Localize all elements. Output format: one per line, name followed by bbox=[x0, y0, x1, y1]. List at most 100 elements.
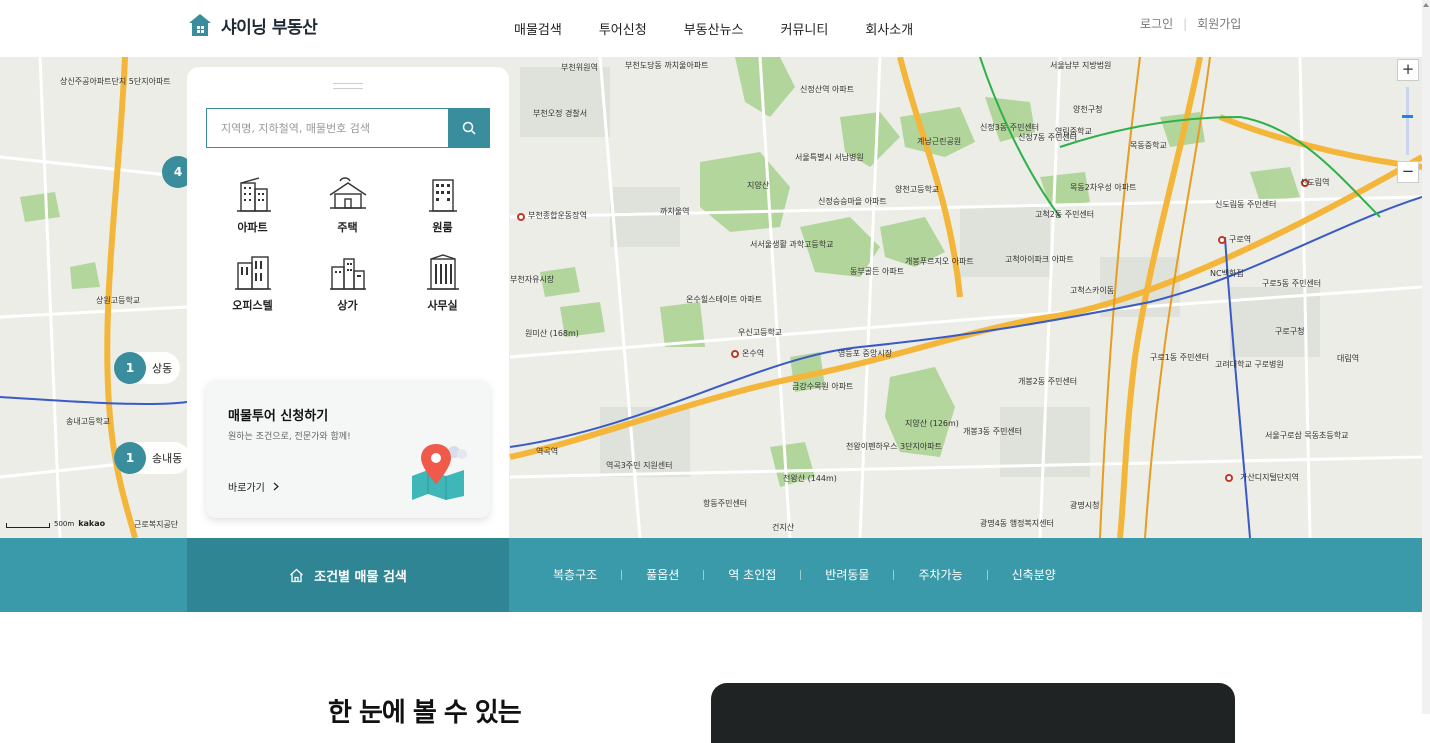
condition-search-title[interactable]: 조건별 매물 검색 bbox=[187, 538, 509, 612]
map-label: 서울구로삼 목동초등학교 bbox=[1265, 431, 1349, 440]
logo[interactable]: 샤이닝 부동산 bbox=[187, 12, 318, 38]
map-label: 양천구청 bbox=[1073, 105, 1103, 114]
map-label: 신도림역 bbox=[1300, 178, 1330, 187]
map-label: 구로역 bbox=[1229, 235, 1252, 244]
scale-text: 500m bbox=[54, 520, 75, 528]
map-cluster-marker[interactable]: 1 상동 bbox=[114, 352, 181, 384]
map-cluster-marker[interactable]: 1 송내동 bbox=[114, 442, 191, 474]
util-links: 로그인 | 회원가입 bbox=[1140, 15, 1241, 32]
condition-divider bbox=[986, 569, 988, 580]
condition-list: 복층구조 풀옵션 역 초인접 반려동물 주차가능 신축분양 bbox=[553, 566, 1056, 583]
map-label: 영림중학교 bbox=[1055, 127, 1092, 136]
map-label: 서울특별시 서남병원 bbox=[795, 153, 864, 162]
house-icon bbox=[329, 177, 366, 209]
map-label: 동부골든 아파트 bbox=[850, 267, 905, 276]
type-house[interactable]: 주택 bbox=[300, 175, 395, 235]
map-label: 금강수목원 아파트 bbox=[792, 382, 854, 391]
map-label: 고척2동 주민센터 bbox=[1035, 210, 1095, 219]
search-button[interactable] bbox=[448, 109, 489, 147]
map-label: 온수힐스테이트 아파트 bbox=[686, 295, 763, 304]
condition-new-build[interactable]: 신축분양 bbox=[1012, 566, 1056, 583]
home-icon bbox=[290, 568, 304, 582]
officetel-icon bbox=[234, 256, 271, 290]
zoom-slider-track[interactable] bbox=[1406, 87, 1409, 155]
map-label: 항동주민센터 bbox=[703, 499, 748, 508]
map-label: 원미산 (168m) bbox=[525, 329, 579, 338]
condition-near-station[interactable]: 역 초인접 bbox=[728, 566, 776, 583]
map-label: 신도림동 주민센터 bbox=[1215, 200, 1277, 209]
logo-text: 샤이닝 부동산 bbox=[221, 17, 318, 38]
type-office[interactable]: 사무실 bbox=[395, 253, 490, 313]
signup-link[interactable]: 회원가입 bbox=[1197, 15, 1241, 32]
apartment-icon bbox=[236, 177, 271, 212]
map-scale-bar: 500m kakao bbox=[6, 519, 105, 528]
condition-title-text: 조건별 매물 검색 bbox=[314, 569, 407, 585]
type-studio[interactable]: 원룸 bbox=[395, 175, 490, 235]
condition-duplex[interactable]: 복층구조 bbox=[553, 566, 597, 583]
zoom-in-button[interactable]: + bbox=[1397, 59, 1419, 81]
map-label: 서울남부 지방법원 bbox=[1050, 61, 1112, 70]
section-headline: 한 눈에 볼 수 있는 bbox=[328, 698, 522, 728]
cluster-count: 1 bbox=[114, 442, 146, 474]
map-label: 역곡역 bbox=[536, 447, 559, 456]
map-label: 구로5동 주민센터 bbox=[1262, 279, 1322, 288]
map-label: 목동중학교 bbox=[1130, 141, 1167, 150]
map-provider: kakao bbox=[78, 519, 106, 528]
nav-item-about[interactable]: 회사소개 bbox=[865, 19, 913, 38]
map-label: 우신고등학교 bbox=[738, 328, 783, 337]
map-label: 고척스카이돔 bbox=[1070, 286, 1115, 295]
map-label: 지양산 bbox=[747, 181, 770, 190]
map-label: 부천종합운동장역 bbox=[528, 211, 587, 220]
map-label: 신정산역 아파트 bbox=[800, 85, 855, 94]
type-label: 사무실 bbox=[427, 299, 458, 312]
tour-title: 매물투어 신청하기 bbox=[228, 409, 329, 424]
type-apartment[interactable]: 아파트 bbox=[205, 175, 300, 235]
map-label: 광명4동 행정복지센터 bbox=[980, 519, 1054, 528]
nav-item-property-search[interactable]: 매물검색 bbox=[514, 19, 562, 38]
property-type-grid: 아파트 주택 원룸 오피스텔 상가 사무실 bbox=[205, 175, 491, 313]
nav-item-tour[interactable]: 투어신청 bbox=[599, 19, 647, 38]
map-label: 천왕산 (144m) bbox=[783, 474, 837, 483]
search-panel: 아파트 주택 원룸 bbox=[187, 67, 509, 538]
page-scrollbar[interactable] bbox=[1422, 0, 1430, 714]
type-label: 원룸 bbox=[432, 221, 453, 234]
login-link[interactable]: 로그인 bbox=[1140, 15, 1173, 32]
map-label: 천왕이펜하우스 3단지아파트 bbox=[846, 442, 942, 451]
map-label: 가산디지털단지역 bbox=[1240, 473, 1299, 482]
map-label: 신정3동 주민센터 bbox=[980, 123, 1040, 132]
house-logo-icon bbox=[189, 14, 211, 36]
condition-divider bbox=[703, 569, 705, 580]
map-label: 개봉푸르지오 아파트 bbox=[905, 257, 974, 266]
condition-pets[interactable]: 반려동물 bbox=[825, 566, 869, 583]
map-label: 고려대학교 구로병원 bbox=[1215, 360, 1284, 369]
condition-parking[interactable]: 주차가능 bbox=[918, 566, 962, 583]
map-label: 부천자유시장 bbox=[510, 275, 555, 284]
nav-item-community[interactable]: 커뮤니티 bbox=[781, 19, 829, 38]
type-store[interactable]: 상가 bbox=[300, 253, 395, 313]
zoom-out-button[interactable]: − bbox=[1397, 161, 1419, 183]
map-label: 목동2차우성 아파트 bbox=[1070, 183, 1137, 192]
cluster-count: 1 bbox=[114, 352, 146, 384]
map-label: 부천도당동 까치울아파트 bbox=[625, 61, 709, 70]
dark-feature-card bbox=[711, 683, 1235, 743]
tour-link-label: 바로가기 bbox=[228, 483, 265, 494]
map-label: 대림역 bbox=[1337, 354, 1360, 363]
map-label: NC백화점 bbox=[1210, 269, 1244, 278]
map-label: 신정승승마을 아파트 bbox=[818, 197, 887, 206]
nav-item-news[interactable]: 부동산뉴스 bbox=[684, 19, 744, 38]
map-label: 구로구청 bbox=[1275, 327, 1305, 336]
zoom-slider-thumb[interactable] bbox=[1402, 115, 1413, 118]
panel-drag-handle[interactable] bbox=[333, 83, 363, 89]
condition-divider bbox=[621, 569, 623, 580]
condition-search-bar: 조건별 매물 검색 복층구조 풀옵션 역 초인접 반려동물 주차가능 신축분양 bbox=[0, 538, 1422, 612]
tour-request-card[interactable]: 매물투어 신청하기 원하는 조건으로, 전문가와 함께! 바로가기 bbox=[206, 380, 490, 518]
map-label: 역곡3주민 지원센터 bbox=[606, 461, 673, 470]
tour-subtitle: 원하는 조건으로, 전문가와 함께! bbox=[228, 432, 351, 442]
scroll-up-icon[interactable] bbox=[1423, 3, 1429, 7]
type-officetel[interactable]: 오피스텔 bbox=[205, 253, 300, 313]
map-label: 건지산 bbox=[772, 523, 795, 532]
cluster-label: 상동 bbox=[152, 362, 173, 375]
tour-shortcut-link[interactable]: 바로가기 bbox=[228, 479, 279, 494]
search-input[interactable] bbox=[207, 109, 448, 147]
condition-full-option[interactable]: 풀옵션 bbox=[646, 566, 679, 583]
